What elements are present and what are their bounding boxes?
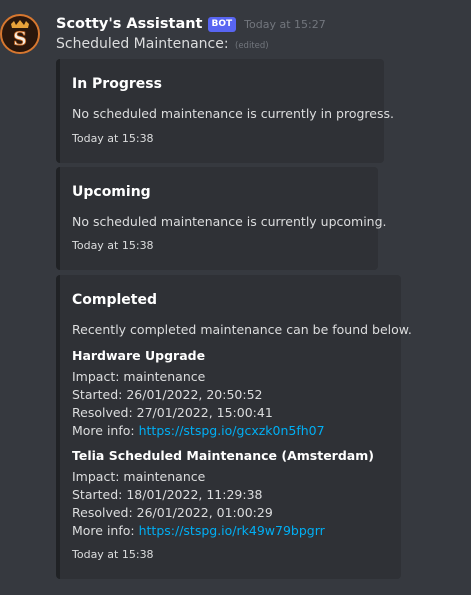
more-info-label: More info: [72,423,135,438]
field-resolved: Resolved: 26/01/2022, 01:00:29 [72,505,273,520]
maintenance-link[interactable]: https://stspg.io/rk49w79bpgrr [139,523,325,538]
author-avatar[interactable]: S [0,14,40,54]
field-more-info: More info: https://stspg.io/gcxzk0n5fh07 [72,422,325,440]
message-timestamp[interactable]: Today at 15:27 [244,18,326,31]
author-name[interactable]: Scotty's Assistant [56,16,203,32]
svg-text:S: S [13,28,27,50]
field-more-info: More info: https://stspg.io/rk49w79bpgrr [72,522,374,540]
embed-title: In Progress [72,76,162,92]
message-content: Scheduled Maintenance: (edited) [56,36,269,52]
embed-completed: Completed Recently completed maintenance… [56,275,412,579]
embed-title: Completed [72,292,158,308]
s-logo-icon: S [3,17,37,51]
field-impact: Impact: maintenance [72,469,206,484]
embed-upcoming: Upcoming No scheduled maintenance is cur… [56,167,387,270]
field-impact: Impact: maintenance [72,369,206,384]
field-started: Started: 26/01/2022, 20:50:52 [72,387,263,402]
maintenance-link[interactable]: https://stspg.io/gcxzk0n5fh07 [139,423,325,438]
embed-description: No scheduled maintenance is currently up… [72,214,387,229]
embed-field-telia-maintenance: Telia Scheduled Maintenance (Amsterdam) … [72,447,374,540]
chat-message: S Scotty's Assistant BOT Today at 15:27 … [0,0,471,595]
embed-footer-timestamp: Today at 15:38 [72,548,154,561]
embed-footer-timestamp: Today at 15:38 [72,132,154,145]
field-started: Started: 18/01/2022, 11:29:38 [72,487,263,502]
embed-description: Recently completed maintenance can be fo… [72,322,412,337]
embed-footer-timestamp: Today at 15:38 [72,239,154,252]
embed-title: Upcoming [72,184,151,200]
message-text: Scheduled Maintenance: [56,36,229,52]
bot-tag: BOT [207,16,237,32]
embed-in-progress: In Progress No scheduled maintenance is … [56,59,394,163]
more-info-label: More info: [72,523,135,538]
embed-field-hardware-upgrade: Hardware Upgrade Impact: maintenance Sta… [72,347,325,440]
field-name: Hardware Upgrade [72,348,206,363]
field-name: Telia Scheduled Maintenance (Amsterdam) [72,448,374,463]
edited-marker: (edited) [235,41,269,51]
embed-description: No scheduled maintenance is currently in… [72,106,394,121]
field-resolved: Resolved: 27/01/2022, 15:00:41 [72,405,273,420]
message-header: Scotty's Assistant BOT Today at 15:27 [56,13,326,35]
